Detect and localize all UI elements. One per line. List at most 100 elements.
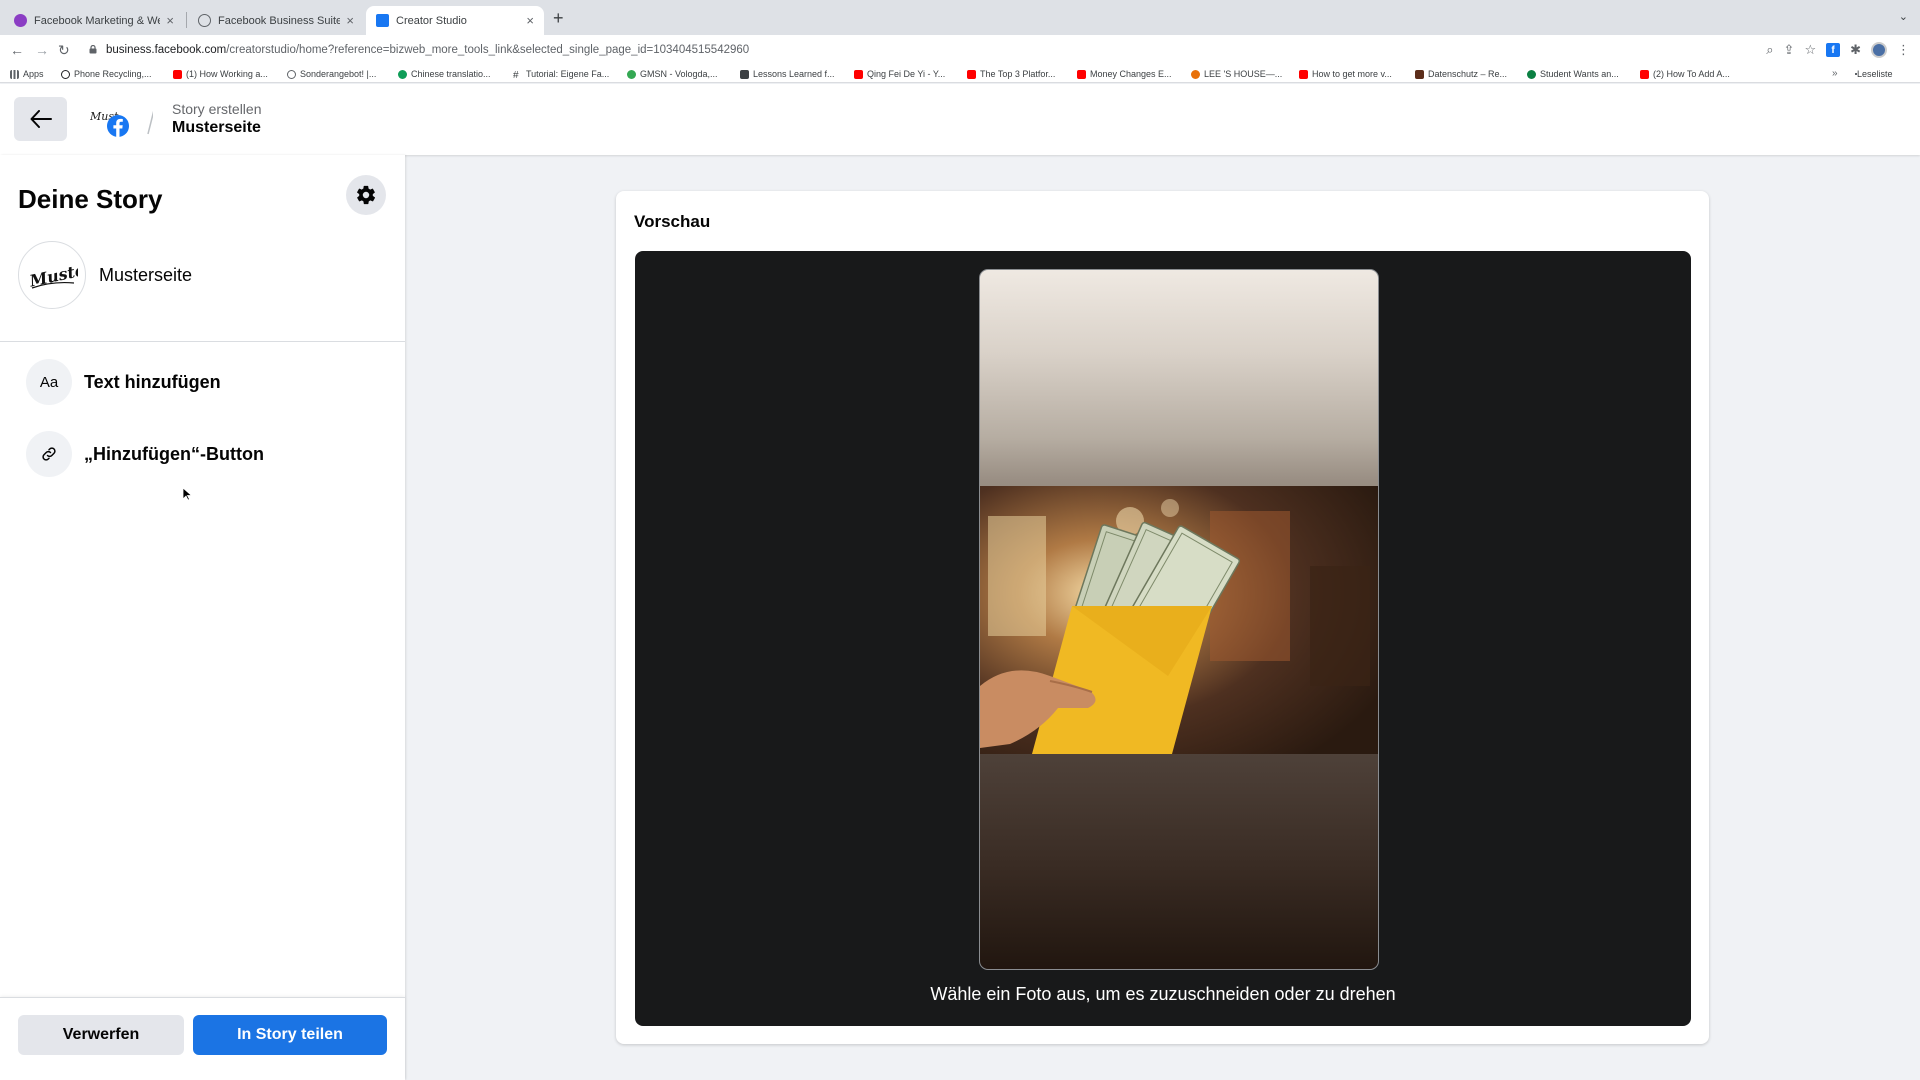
browser-tab-business-suite[interactable]: Facebook Business Suite × [188, 6, 364, 35]
tab-close-icon[interactable]: × [166, 13, 174, 28]
translate-icon [398, 69, 407, 79]
discard-button[interactable]: Verwerfen [18, 1015, 184, 1055]
bookmark-item[interactable]: (1) How Working a... [173, 69, 268, 79]
bookmark-item[interactable]: Phone Recycling,... [61, 69, 152, 79]
bookmark-item[interactable]: Student Wants an... [1527, 69, 1619, 79]
add-button-option[interactable]: „Hinzufügen“-Button [26, 431, 264, 477]
preview-title: Vorschau [634, 212, 711, 231]
bookmark-item[interactable]: GMSN - Vologda,... [627, 69, 718, 79]
settings-button[interactable] [346, 175, 386, 215]
bookmark-item[interactable]: Lessons Learned f... [740, 69, 835, 79]
tab-favicon-icon [14, 14, 27, 27]
svg-text:Muster: Muster [27, 258, 78, 290]
browser-forward-icon[interactable]: → [35, 42, 49, 58]
url-host: business.facebook.com [106, 44, 227, 56]
tab-close-icon[interactable]: × [526, 13, 534, 28]
browser-tab-facebook-marketing[interactable]: Facebook Marketing & Werbe × [4, 6, 184, 35]
facebook-extension-icon[interactable]: f [1826, 43, 1841, 57]
extensions-puzzle-icon[interactable]: ✱ [1850, 42, 1861, 58]
new-tab-icon[interactable]: + [553, 8, 564, 29]
share-icon[interactable]: ⇪ [1784, 42, 1795, 58]
bookmark-item[interactable]: Qing Fei De Yi - Y... [854, 69, 945, 79]
tab-favicon-icon [376, 14, 389, 27]
browser-menu-icon[interactable]: ⋮ [1897, 42, 1910, 58]
preview-stage: Wähle ein Foto aus, um es zuzuschneiden … [635, 251, 1691, 1026]
youtube-icon [1640, 69, 1649, 79]
sidebar-divider [0, 341, 405, 342]
hashtag-icon: # [513, 69, 519, 81]
youtube-icon [173, 69, 182, 79]
money-envelope-image [980, 486, 1378, 754]
bookmark-item[interactable]: Datenschutz – Re... [1415, 69, 1507, 79]
page-avatar: Muster [18, 241, 86, 309]
tab-title: Facebook Business Suite [218, 14, 341, 27]
story-preview-frame[interactable] [979, 269, 1379, 970]
gear-icon [357, 185, 376, 205]
bookmarks-bar: Apps Phone Recycling,... (1) How Working… [0, 68, 1920, 83]
add-button-label: „Hinzufügen“-Button [84, 443, 264, 464]
reading-list-button[interactable]: Leseliste [1855, 69, 1893, 79]
share-to-story-button[interactable]: In Story teilen [193, 1015, 387, 1055]
page-name: Musterseite [99, 265, 193, 285]
tab-separator [186, 12, 187, 28]
tab-search-icon[interactable]: ⌄ [1899, 10, 1908, 23]
search-icon [61, 69, 70, 79]
tab-title: Creator Studio [396, 14, 467, 27]
apps-grid-icon [10, 69, 19, 79]
youtube-icon [854, 69, 863, 79]
page-logo-icon: Muster [27, 258, 78, 290]
bookmark-item[interactable]: Money Changes E... [1077, 69, 1172, 79]
bookmark-item[interactable]: Chinese translatio... [398, 69, 491, 79]
youtube-icon [967, 69, 976, 79]
arrow-left-icon [30, 110, 52, 128]
link-icon [26, 431, 72, 477]
zoom-icon[interactable]: ⌕ [1766, 42, 1773, 58]
site-favicon-icon [1527, 69, 1536, 79]
bookmark-item[interactable]: (2) How To Add A... [1640, 69, 1730, 79]
story-sidebar: Deine Story Muster Musterseite Aa Text h… [0, 155, 405, 1080]
bookmark-apps[interactable]: Apps [10, 69, 44, 79]
site-favicon-icon [627, 69, 636, 79]
bookmark-item[interactable]: Sonderangebot! |... [287, 69, 376, 79]
add-text-button[interactable]: Aa Text hinzufügen [26, 359, 221, 405]
airbnb-icon [1191, 69, 1200, 79]
breadcrumb-page-title: Musterseite [172, 119, 261, 136]
url-path: /creatorstudio/home?reference=bizweb_mor… [226, 44, 750, 56]
browser-tab-creator-studio[interactable]: Creator Studio × [366, 6, 544, 35]
bookmark-star-icon[interactable]: ☆ [1804, 42, 1816, 58]
browser-reload-icon[interactable]: ↻ [58, 42, 70, 59]
story-photo[interactable] [980, 486, 1378, 754]
lock-icon [89, 45, 97, 54]
creator-studio-header: Must Story erstellen Musterseite [0, 84, 1920, 155]
bookmark-item[interactable]: How to get more v... [1299, 69, 1392, 79]
address-bar-actions: ⌕ ⇪ ☆ f ✱ ⋮ [1766, 42, 1910, 58]
add-text-label: Text hinzufügen [84, 371, 221, 392]
profile-avatar-icon[interactable] [1871, 42, 1887, 58]
url-field[interactable]: business.facebook.com/creatorstudio/home… [106, 44, 749, 56]
page-logo-facebook-icon: Must [90, 110, 129, 137]
sidebar-title: Deine Story [18, 184, 163, 214]
preview-card: Vorschau Wähle ein Foto aus, um es zuzus… [616, 191, 1709, 1044]
youtube-icon [1299, 69, 1308, 79]
browser-address-bar: ← → ↻ business.facebook.com/creatorstudi… [0, 35, 1920, 68]
site-favicon-icon [287, 69, 296, 79]
breadcrumb-create-story: Story erstellen [172, 101, 262, 117]
site-favicon-icon [1415, 69, 1424, 79]
browser-tab-bar: Facebook Marketing & Werbe × Facebook Bu… [0, 0, 1920, 35]
youtube-icon [1077, 69, 1086, 79]
breadcrumb-divider [147, 110, 153, 135]
tab-favicon-icon [198, 14, 211, 27]
text-format-icon: Aa [26, 359, 72, 405]
bookmark-item[interactable]: The Top 3 Platfor... [967, 69, 1055, 79]
tab-title: Facebook Marketing & Werbe [34, 14, 161, 27]
sidebar-footer: Verwerfen In Story teilen [0, 997, 405, 1080]
back-button[interactable] [14, 97, 67, 141]
tab-close-icon[interactable]: × [346, 13, 354, 28]
bookmark-item[interactable]: # Tutorial: Eigene Fa... [513, 69, 609, 81]
site-favicon-icon [740, 69, 749, 79]
bookmark-item[interactable]: LEE 'S HOUSE—... [1191, 69, 1282, 79]
crop-rotate-hint: Wähle ein Foto aus, um es zuzuschneiden … [930, 984, 1396, 1004]
bookmarks-overflow-icon[interactable]: » [1832, 68, 1838, 79]
mouse-cursor-icon [182, 487, 192, 501]
browser-back-icon[interactable]: ← [10, 42, 24, 58]
